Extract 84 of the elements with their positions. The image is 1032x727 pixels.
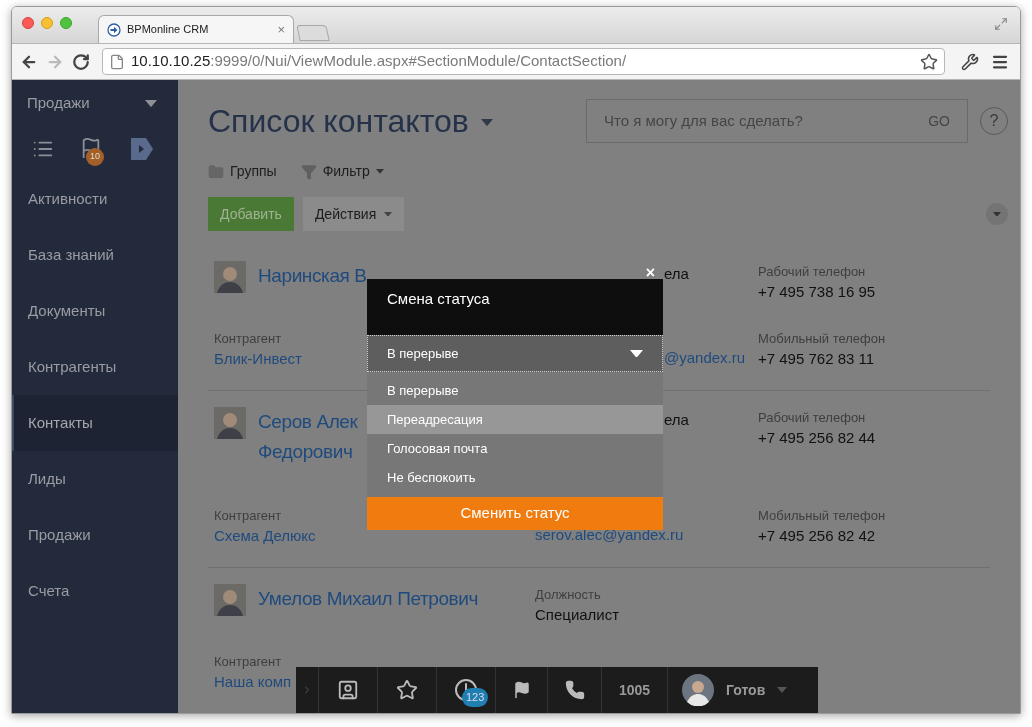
collapse-button[interactable] xyxy=(986,203,1008,225)
sidebar-item[interactable]: Лиды xyxy=(12,451,178,507)
page-icon xyxy=(109,53,125,70)
section-selector[interactable]: Продажи xyxy=(12,81,178,126)
avatar xyxy=(214,584,246,616)
url-text: 10.10.10.25:9999/0/Nui/ViewModule.aspx#SectionModule/ContactSection/ xyxy=(131,51,628,72)
status-select[interactable]: В перерыве xyxy=(367,335,663,372)
address-field[interactable]: 10.10.10.25:9999/0/Nui/ViewModule.aspx#SectionModule/ContactSection/ xyxy=(102,48,945,75)
field-label: Мобильный телефон xyxy=(758,507,887,525)
position-value: ела xyxy=(664,410,690,430)
close-button[interactable]: × xyxy=(645,266,655,280)
browser-tab[interactable]: BPMonline CRM × xyxy=(98,15,294,43)
caret-icon xyxy=(384,211,393,217)
close-window-button[interactable] xyxy=(22,17,34,29)
caret-icon xyxy=(630,349,643,358)
contact-name[interactable]: Серов Алек xyxy=(258,407,358,437)
phone-number: +7 495 762 83 11 xyxy=(758,349,876,369)
contacts-icon[interactable] xyxy=(337,679,359,701)
sidebar-item[interactable]: Контрагенты xyxy=(12,339,178,395)
actions-button[interactable]: Действия xyxy=(302,197,405,231)
filter-icon xyxy=(300,163,317,180)
field-label: Контрагент xyxy=(214,653,282,671)
field-label: Контрагент xyxy=(214,507,282,525)
app-logo-icon xyxy=(107,22,121,37)
fullscreen-icon[interactable] xyxy=(994,17,1008,31)
field-label: Мобильный телефон xyxy=(758,330,887,348)
count-badge: 123 xyxy=(462,688,489,707)
field-label: Должность xyxy=(535,586,602,604)
account-link[interactable]: Наша комп xyxy=(214,671,292,693)
user-avatar xyxy=(682,674,714,706)
field-label: Рабочий телефон xyxy=(758,263,867,281)
sidebar-item[interactable]: Продажи xyxy=(12,507,178,563)
phone-number: +7 495 738 16 95 xyxy=(758,282,877,302)
dialog-title: Смена статуса xyxy=(387,289,490,310)
star-icon[interactable] xyxy=(396,679,418,701)
search-field[interactable]: Что я могу для вас сделать? GO xyxy=(586,99,968,144)
sidebar-item[interactable]: Документы xyxy=(12,283,178,339)
flag-icon[interactable] xyxy=(512,681,531,699)
sidebar-item[interactable]: Счета xyxy=(12,563,178,619)
go-button[interactable]: GO xyxy=(928,110,950,132)
page-title: Список контактов xyxy=(208,102,469,142)
status-option[interactable]: Переадресация xyxy=(367,405,663,434)
title-caret-icon xyxy=(480,119,493,127)
phone-icon[interactable] xyxy=(564,680,585,700)
caret-icon xyxy=(993,211,1001,217)
account-link[interactable]: Блик-Инвест xyxy=(214,348,302,370)
wrench-icon[interactable] xyxy=(961,52,979,71)
sidebar-item[interactable]: Активности xyxy=(12,171,178,227)
position-value: Специалист xyxy=(535,605,621,625)
phone-number: +7 495 256 82 44 xyxy=(758,428,877,448)
flag-icon[interactable] xyxy=(80,136,102,159)
field-label: Рабочий телефон xyxy=(758,409,867,427)
email-link[interactable]: @yandex.ru xyxy=(664,349,746,366)
sidebar-item[interactable]: База знаний xyxy=(12,227,178,283)
contact-name[interactable]: Федорович xyxy=(258,437,358,467)
folder-icon xyxy=(208,163,224,180)
forward-tag-icon[interactable] xyxy=(130,136,154,161)
status-option[interactable]: В перерыве xyxy=(367,376,663,405)
groups-button[interactable]: Группы xyxy=(208,161,277,183)
caret-icon xyxy=(777,687,788,693)
notification-badge: 10 xyxy=(86,147,104,166)
status-selector[interactable]: Готов xyxy=(668,667,788,713)
status-option[interactable]: Голосовая почта xyxy=(367,434,663,463)
extension-number: 1005 xyxy=(618,680,651,700)
sidebar-item[interactable]: Контакты xyxy=(12,395,178,451)
avatar xyxy=(214,261,246,293)
position-value: ела xyxy=(664,264,690,284)
filter-button[interactable]: Фильтр xyxy=(300,161,384,183)
account-link[interactable]: Схема Делюкс xyxy=(214,525,316,547)
tab-title: BPMonline CRM xyxy=(127,22,210,38)
search-placeholder: Что я могу для вас сделать? xyxy=(604,110,803,131)
avatar xyxy=(214,407,246,439)
phone-number: +7 495 256 82 42 xyxy=(758,526,877,546)
status-option[interactable]: Не беспокоить xyxy=(367,463,663,492)
bookmark-star-icon[interactable] xyxy=(920,52,938,71)
caret-icon xyxy=(375,169,384,174)
change-status-button[interactable]: Сменить статус xyxy=(367,497,663,530)
add-button[interactable]: Добавить xyxy=(208,197,294,231)
tab-close-button[interactable]: × xyxy=(277,19,285,40)
field-label: Контрагент xyxy=(214,330,282,348)
contact-name[interactable]: Умелов Михаил Петрович xyxy=(258,584,478,614)
caret-icon xyxy=(145,99,157,108)
contact-name[interactable]: Наринская В xyxy=(258,261,367,291)
reload-button[interactable] xyxy=(72,52,90,71)
